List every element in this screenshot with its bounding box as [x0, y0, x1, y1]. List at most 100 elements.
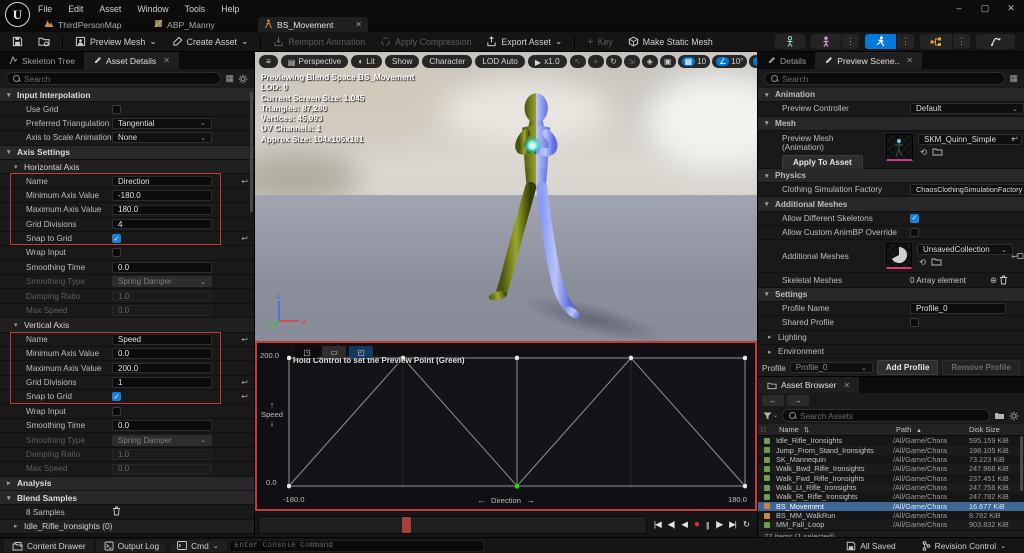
- preview-controller-select[interactable]: Default ⌄: [910, 103, 1024, 115]
- browse-asset-icon[interactable]: [931, 257, 942, 266]
- tab-asset-details[interactable]: Asset Details ✕: [84, 52, 179, 69]
- scale-snap-button[interactable]: ◿0.25: [749, 55, 757, 68]
- column-size[interactable]: Disk Size: [966, 425, 1024, 434]
- graph-plot-area[interactable]: [287, 355, 747, 489]
- preferred-triangulation-direc-select[interactable]: Tangential ⌄: [112, 117, 212, 129]
- additional-meshes-select[interactable]: UnsavedCollection ⌄: [917, 244, 1013, 256]
- asset-row-walk_fwd_rifle_ironsights[interactable]: Walk_Fwd_Rifle_Ironsights/All/Game/Chara…: [758, 473, 1024, 483]
- profile-select[interactable]: Profile_0 ⌄: [789, 362, 873, 374]
- smoothing-time-field[interactable]: 0.0: [112, 420, 212, 431]
- preview-mesh-select[interactable]: SKM_Quinn_Simple ⌄: [918, 133, 1022, 145]
- coord-system-button[interactable]: ◈: [641, 55, 658, 68]
- trash-icon[interactable]: [112, 506, 121, 518]
- console-input[interactable]: [234, 541, 478, 550]
- create-asset-button[interactable]: Create Asset ⌄: [165, 34, 256, 49]
- record-button[interactable]: ●: [691, 518, 702, 531]
- columns-icon[interactable]: ∷: [758, 425, 773, 434]
- move-tool-button[interactable]: +: [587, 55, 604, 68]
- doc-tab-abp_manny[interactable]: ABP_Manny: [148, 17, 258, 32]
- filter-icon[interactable]: ⌄: [763, 412, 778, 420]
- console-command[interactable]: [228, 539, 484, 552]
- export-asset-button[interactable]: Export Asset ⌄: [479, 34, 569, 49]
- select-tool-button[interactable]: ↖: [569, 55, 586, 68]
- menu-tools[interactable]: Tools: [185, 4, 206, 14]
- asset-row-walk_rt_rifle_ironsights[interactable]: Walk_Rt_Rifle_Ironsights/All/Game/Chara 2…: [758, 492, 1024, 502]
- search-assets-input[interactable]: [800, 410, 983, 421]
- use-grid-checkbox[interactable]: [112, 104, 121, 114]
- expander-icon[interactable]: ▾: [7, 148, 17, 156]
- section-settings[interactable]: ▾ Settings: [758, 287, 1024, 302]
- animation-mode-options-icon[interactable]: ⋮: [896, 34, 914, 49]
- save-collection-icon[interactable]: [1017, 251, 1024, 261]
- asset-row-jump_from_stand_ironsights[interactable]: Jump_From_Stand_Ironsights/All/Game/Char…: [758, 445, 1024, 455]
- skeleton-mode-button[interactable]: [775, 34, 805, 49]
- asset-row-bs_movement[interactable]: BS_Movement/All/Game/Chara 16.677 KiB: [758, 501, 1024, 511]
- close-tab-icon[interactable]: ✕: [355, 20, 362, 29]
- rotate-tool-button[interactable]: ↻: [605, 55, 622, 68]
- character-button[interactable]: Character: [422, 55, 473, 68]
- lod-button[interactable]: LOD Auto: [475, 55, 525, 68]
- section-analysis[interactable]: ▸ Analysis: [0, 476, 254, 491]
- menu-help[interactable]: Help: [221, 4, 239, 14]
- viewport-menu-button[interactable]: ≡: [259, 55, 278, 68]
- allow-different-skeletons-checkbox[interactable]: ✓: [910, 213, 919, 223]
- content-drawer-button[interactable]: Content Drawer: [4, 539, 94, 552]
- preview-mesh-button[interactable]: Preview Mesh ⌄: [68, 34, 164, 49]
- maximize-icon[interactable]: ▢: [972, 3, 998, 14]
- trash-icon[interactable]: [999, 275, 1008, 285]
- fit-view-button[interactable]: ◳: [295, 346, 319, 358]
- menu-window[interactable]: Window: [137, 4, 168, 14]
- select-samples-button[interactable]: ◰: [349, 346, 373, 358]
- name-field[interactable]: Direction: [112, 175, 212, 187]
- preview-viewport[interactable]: ≡ ▤ Perspective ◐ Lit Show Character LOD Auto ▶ x…: [255, 52, 757, 341]
- output-log-button[interactable]: Output Log: [95, 539, 168, 552]
- menu-file[interactable]: File: [38, 4, 52, 14]
- maximum-axis-value-field[interactable]: 180.0: [112, 204, 212, 216]
- section-animation[interactable]: ▾ Animation: [758, 88, 1024, 103]
- menu-asset[interactable]: Asset: [99, 4, 121, 14]
- minimum-axis-value-field[interactable]: 0.0: [112, 348, 212, 359]
- asset-row-bs_mm_walkrun[interactable]: BS_MM_WalkRun/All/Game/Chara 8.782 KiB: [758, 510, 1024, 521]
- asset-details-search[interactable]: [6, 72, 222, 85]
- loop-button[interactable]: ↻: [740, 518, 752, 531]
- profile-name-field[interactable]: Profile_0: [910, 303, 1006, 314]
- tab-skeleton-tree[interactable]: Skeleton Tree: [0, 52, 84, 69]
- asset-row-walk_bwd_rifle_ironsights[interactable]: Walk_Bwd_Rifle_Ironsights/All/Game/Chara…: [758, 464, 1024, 474]
- all-saved-button[interactable]: All Saved: [838, 540, 903, 552]
- allow-custom-animbp-checkbox[interactable]: [910, 228, 919, 238]
- subsection-vertical-axis[interactable]: ▾ Vertical Axis: [0, 318, 254, 333]
- reset-icon[interactable]: ↩: [1011, 252, 1018, 261]
- grid-view-icon[interactable]: ▦: [225, 73, 234, 84]
- close-tab-icon[interactable]: ✕: [163, 56, 170, 65]
- tab-preview-scene[interactable]: Preview Scene.. ✕: [815, 52, 923, 69]
- add-key-button[interactable]: + Key: [580, 34, 620, 50]
- scale-tool-button[interactable]: ⇲: [623, 55, 640, 68]
- wrap-input-checkbox[interactable]: [112, 248, 121, 258]
- section-blend-samples[interactable]: ▾ Blend Samples: [0, 490, 254, 506]
- section-lighting[interactable]: ▸ Lighting: [758, 330, 1024, 345]
- expander-icon[interactable]: ▾: [14, 321, 24, 329]
- expander-icon[interactable]: ▾: [7, 91, 17, 99]
- wrap-input-checkbox[interactable]: [112, 406, 121, 416]
- section-additional-meshes[interactable]: ▾ Additional Meshes: [758, 197, 1024, 212]
- lit-button[interactable]: ◐ Lit: [351, 55, 382, 68]
- to-front-button[interactable]: |◀: [651, 518, 664, 531]
- section-environment[interactable]: ▸ Environment: [758, 344, 1024, 360]
- subsection-horizontal-axis[interactable]: ▾ Horizontal Axis: [0, 159, 254, 175]
- blend-space-graph[interactable]: ◳ ▭ ◰ 200.0 0.0 ↑ Speed ↓ Hold Control to …: [255, 341, 757, 511]
- revision-control-button[interactable]: Revision Control ⌄: [914, 540, 1014, 552]
- clothing-factory-select[interactable]: ChaosClothingSimulationFactory⌄: [910, 184, 1024, 196]
- shared-profile-checkbox[interactable]: [910, 318, 919, 328]
- reset-icon[interactable]: ↩: [1011, 134, 1018, 143]
- doc-tab-bs_movement[interactable]: BS_Movement ✕: [258, 17, 368, 32]
- perspective-button[interactable]: ▤ Perspective: [280, 55, 349, 68]
- smoothing-time-field[interactable]: 0.0: [112, 262, 212, 273]
- settings-gear-icon[interactable]: [238, 74, 248, 84]
- timeline-scrubber[interactable]: [258, 515, 647, 534]
- surface-snap-button[interactable]: ▣: [659, 55, 676, 68]
- subsection-idle-rifle-ironsights-0[interactable]: ▸ Idle_Rifle_Ironsights (0): [0, 519, 254, 535]
- preview-character[interactable]: [483, 82, 595, 334]
- preview-mesh-thumbnail[interactable]: [886, 133, 913, 161]
- tab-asset-browser[interactable]: Asset Browser ✕: [758, 377, 860, 394]
- asset-list-scrollbar[interactable]: [1020, 436, 1023, 492]
